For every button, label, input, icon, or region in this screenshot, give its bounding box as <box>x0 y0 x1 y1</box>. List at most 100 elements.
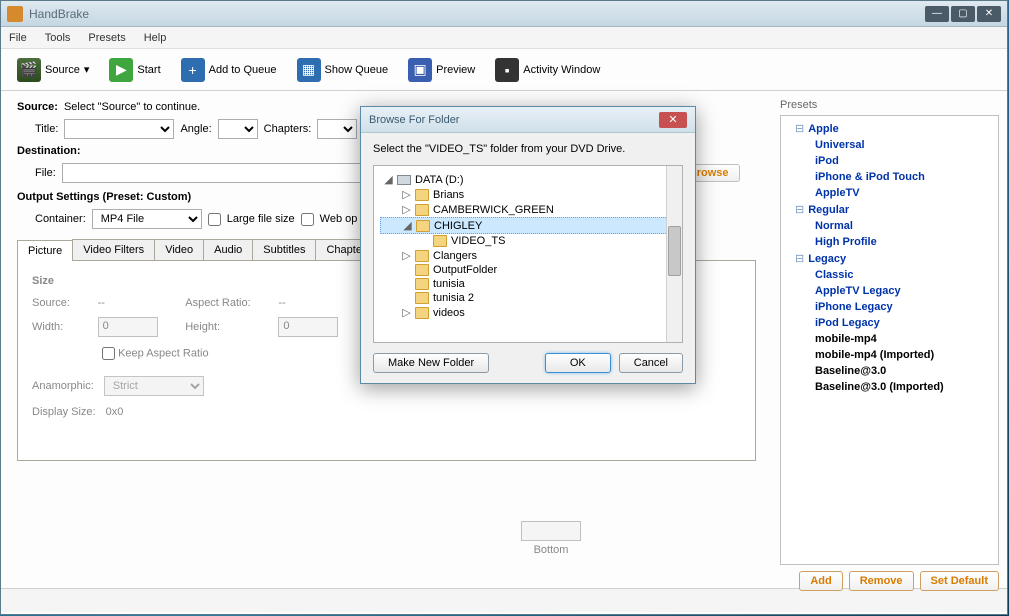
expand-icon[interactable]: ▷ <box>402 203 411 216</box>
tree-label: tunisia <box>433 278 465 290</box>
tab-audio[interactable]: Audio <box>203 239 253 260</box>
preset-remove-button[interactable]: Remove <box>849 571 914 591</box>
dialog-message: Select the "VIDEO_TS" folder from your D… <box>373 143 683 155</box>
expand-icon[interactable]: ◢ <box>384 173 393 186</box>
menu-presets[interactable]: Presets <box>88 32 125 44</box>
activity-button[interactable]: ▪Activity Window <box>489 56 606 84</box>
preview-button[interactable]: ▣Preview <box>402 56 481 84</box>
minimize-button[interactable]: — <box>925 6 949 22</box>
chapters-select[interactable] <box>317 119 357 139</box>
preset-item[interactable]: Universal <box>785 137 994 153</box>
anamorphic-select: Strict <box>104 376 204 396</box>
display-size-value: 0x0 <box>106 406 124 418</box>
output-label: Output Settings (Preset: Custom) <box>17 191 191 203</box>
preset-item[interactable]: AppleTV Legacy <box>785 283 994 299</box>
folder-icon <box>433 235 447 247</box>
tree-row[interactable]: ▷ Clangers <box>380 248 676 263</box>
preset-item[interactable]: Classic <box>785 267 994 283</box>
container-select[interactable]: MP4 File <box>92 209 202 229</box>
expand-icon[interactable]: ▷ <box>402 306 411 319</box>
preset-group[interactable]: Regular <box>785 201 994 218</box>
tree-label: videos <box>433 307 465 319</box>
close-button[interactable]: ✕ <box>977 6 1001 22</box>
dialog-title: Browse For Folder <box>369 114 459 126</box>
preset-add-button[interactable]: Add <box>799 571 842 591</box>
folder-tree[interactable]: ◢DATA (D:)▷Brians▷CAMBERWICK_GREEN◢CHIGL… <box>373 165 683 343</box>
preset-item[interactable]: iPod <box>785 153 994 169</box>
web-opt-label: Web op <box>320 213 358 225</box>
presets-tree[interactable]: AppleUniversaliPodiPhone & iPod TouchApp… <box>780 115 999 565</box>
expand-icon[interactable]: ▷ <box>402 188 411 201</box>
add-queue-button[interactable]: +Add to Queue <box>175 56 283 84</box>
titlebar[interactable]: HandBrake — ▢ ✕ <box>1 1 1007 27</box>
tree-row[interactable]: ◢DATA (D:) <box>380 172 676 187</box>
title-select[interactable] <box>64 119 174 139</box>
anamorphic-label: Anamorphic: <box>32 380 94 392</box>
tree-row[interactable]: ◢CHIGLEY <box>380 217 676 234</box>
preset-item[interactable]: AppleTV <box>785 185 994 201</box>
tree-row[interactable]: ▷ videos <box>380 305 676 320</box>
tab-subtitles[interactable]: Subtitles <box>252 239 316 260</box>
tree-row[interactable]: ▷ Brians <box>380 187 676 202</box>
preset-item[interactable]: iPod Legacy <box>785 315 994 331</box>
tree-row[interactable]: VIDEO_TS <box>380 234 676 248</box>
scrollbar-thumb[interactable] <box>668 226 681 276</box>
preset-item[interactable]: iPhone & iPod Touch <box>785 169 994 185</box>
tree-label: OutputFolder <box>433 264 497 276</box>
source-hint: Select "Source" to continue. <box>64 101 200 113</box>
menu-help[interactable]: Help <box>144 32 167 44</box>
menu-tools[interactable]: Tools <box>45 32 71 44</box>
preset-item[interactable]: Baseline@3.0 (Imported) <box>785 379 994 395</box>
display-size-label: Display Size: <box>32 406 96 418</box>
tree-row[interactable]: tunisia <box>380 277 676 291</box>
expand-icon[interactable]: ◢ <box>403 219 412 232</box>
preset-item[interactable]: iPhone Legacy <box>785 299 994 315</box>
preset-item[interactable]: mobile-mp4 <box>785 331 994 347</box>
tree-label: Clangers <box>433 250 477 262</box>
height-spinner[interactable]: 0 <box>278 317 338 337</box>
source-label: Source: <box>17 101 58 113</box>
web-opt-checkbox[interactable] <box>301 213 314 226</box>
folder-icon <box>415 189 429 201</box>
tree-row[interactable]: OutputFolder <box>380 263 676 277</box>
source-button[interactable]: 🎬Source▾ <box>11 56 95 84</box>
preset-item[interactable]: mobile-mp4 (Imported) <box>785 347 994 363</box>
tree-row[interactable]: ▷CAMBERWICK_GREEN <box>380 202 676 217</box>
preset-group[interactable]: Legacy <box>785 250 994 267</box>
tab-video[interactable]: Video <box>154 239 204 260</box>
start-button[interactable]: ▶Start <box>103 56 166 84</box>
aspect-label: Aspect Ratio: <box>185 297 264 309</box>
play-icon: ▶ <box>109 58 133 82</box>
tree-scrollbar[interactable] <box>666 166 682 342</box>
large-file-checkbox[interactable] <box>208 213 221 226</box>
statusbar <box>1 588 1007 612</box>
tree-label: Brians <box>433 189 464 201</box>
keep-aspect-checkbox[interactable] <box>102 347 115 360</box>
maximize-button[interactable]: ▢ <box>951 6 975 22</box>
show-queue-button[interactable]: ▦Show Queue <box>291 56 395 84</box>
width-label: Width: <box>32 321 84 333</box>
dialog-titlebar[interactable]: Browse For Folder ✕ <box>361 107 695 133</box>
angle-select[interactable] <box>218 119 258 139</box>
preset-group[interactable]: Apple <box>785 120 994 137</box>
expand-icon[interactable]: ▷ <box>402 249 411 262</box>
preset-item[interactable]: High Profile <box>785 234 994 250</box>
dialog-close-button[interactable]: ✕ <box>659 112 687 128</box>
drive-icon <box>397 175 411 185</box>
window-title: HandBrake <box>29 7 89 21</box>
folder-icon <box>415 264 429 276</box>
crop-bottom-spinner[interactable] <box>521 521 581 541</box>
tab-video-filters[interactable]: Video Filters <box>72 239 155 260</box>
preset-item[interactable]: Normal <box>785 218 994 234</box>
height-label: Height: <box>185 321 264 333</box>
tree-row[interactable]: tunisia 2 <box>380 291 676 305</box>
cancel-button[interactable]: Cancel <box>619 353 683 373</box>
ok-button[interactable]: OK <box>545 353 611 373</box>
preset-item[interactable]: Baseline@3.0 <box>785 363 994 379</box>
make-new-folder-button[interactable]: Make New Folder <box>373 353 489 373</box>
tab-picture[interactable]: Picture <box>17 240 73 261</box>
menubar: File Tools Presets Help <box>1 27 1007 49</box>
menu-file[interactable]: File <box>9 32 27 44</box>
width-spinner[interactable]: 0 <box>98 317 158 337</box>
preset-setdefault-button[interactable]: Set Default <box>920 571 999 591</box>
